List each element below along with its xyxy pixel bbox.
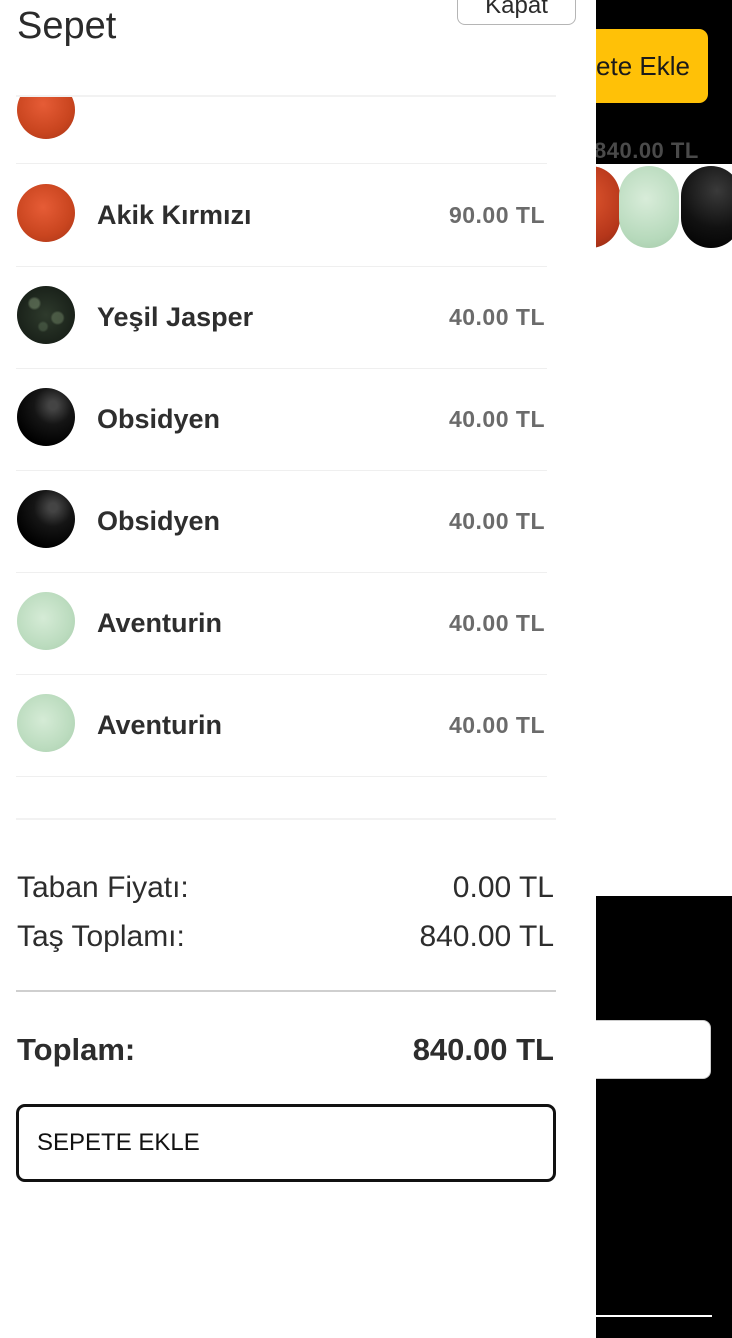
item-name: Obsidyen (97, 506, 221, 536)
item-price: 40.00 TL (448, 712, 545, 738)
obsidian-stone-icon (17, 388, 75, 446)
item-name: Aventurin (97, 608, 223, 638)
add-to-cart-button[interactable]: SEPETE EKLE (16, 1104, 556, 1182)
background-stone-green (619, 166, 679, 248)
aventurine-stone-icon (17, 592, 75, 650)
cart-item: Obsidyen 40.00 TL (16, 471, 547, 573)
close-button[interactable]: Kapat (457, 0, 576, 25)
base-price-label: Taban Fiyatı: (17, 871, 189, 904)
divider (16, 990, 556, 992)
cart-title: Sepet (17, 5, 117, 47)
item-name: Akik Kırmızı (97, 200, 252, 230)
item-name: Obsidyen (97, 404, 221, 434)
background-stone-black (681, 166, 732, 248)
aventurine-stone-icon (17, 694, 75, 752)
item-price: 40.00 TL (448, 508, 545, 534)
cart-item: Yeşil Jasper 40.00 TL (16, 267, 547, 369)
total-label: Toplam: (17, 1032, 136, 1067)
stone-total-value: 840.00 TL (419, 920, 554, 953)
cart-drawer: Sepet Kapat Akik Kırmızı 90.00 TL Yeşil … (0, 0, 596, 1338)
divider (16, 818, 556, 820)
red-agate-stone-icon (17, 97, 75, 139)
obsidian-stone-icon (17, 490, 75, 548)
cart-item: Obsidyen 40.00 TL (16, 369, 547, 471)
item-price: 40.00 TL (448, 406, 545, 432)
cart-item: Aventurin 40.00 TL (16, 573, 547, 675)
item-price: 40.00 TL (448, 610, 545, 636)
background-price: 840.00 TL (594, 138, 699, 163)
cart-item: Akik Kırmızı 90.00 TL (16, 165, 547, 267)
total-value: 840.00 TL (412, 1032, 554, 1067)
green-jasper-stone-icon (17, 286, 75, 344)
cart-item-partial (16, 97, 547, 164)
stone-total-label: Taş Toplamı: (17, 920, 185, 953)
base-price-value: 0.00 TL (452, 871, 554, 904)
cart-item: Aventurin 40.00 TL (16, 675, 547, 777)
item-price: 40.00 TL (448, 304, 545, 330)
item-price: 90.00 TL (448, 202, 545, 228)
item-name: Yeşil Jasper (97, 302, 254, 332)
item-name: Aventurin (97, 710, 223, 740)
background-divider (596, 1315, 712, 1317)
cart-item-list[interactable]: Akik Kırmızı 90.00 TL Yeşil Jasper 40.00… (16, 97, 547, 819)
red-agate-stone-icon (17, 184, 75, 242)
